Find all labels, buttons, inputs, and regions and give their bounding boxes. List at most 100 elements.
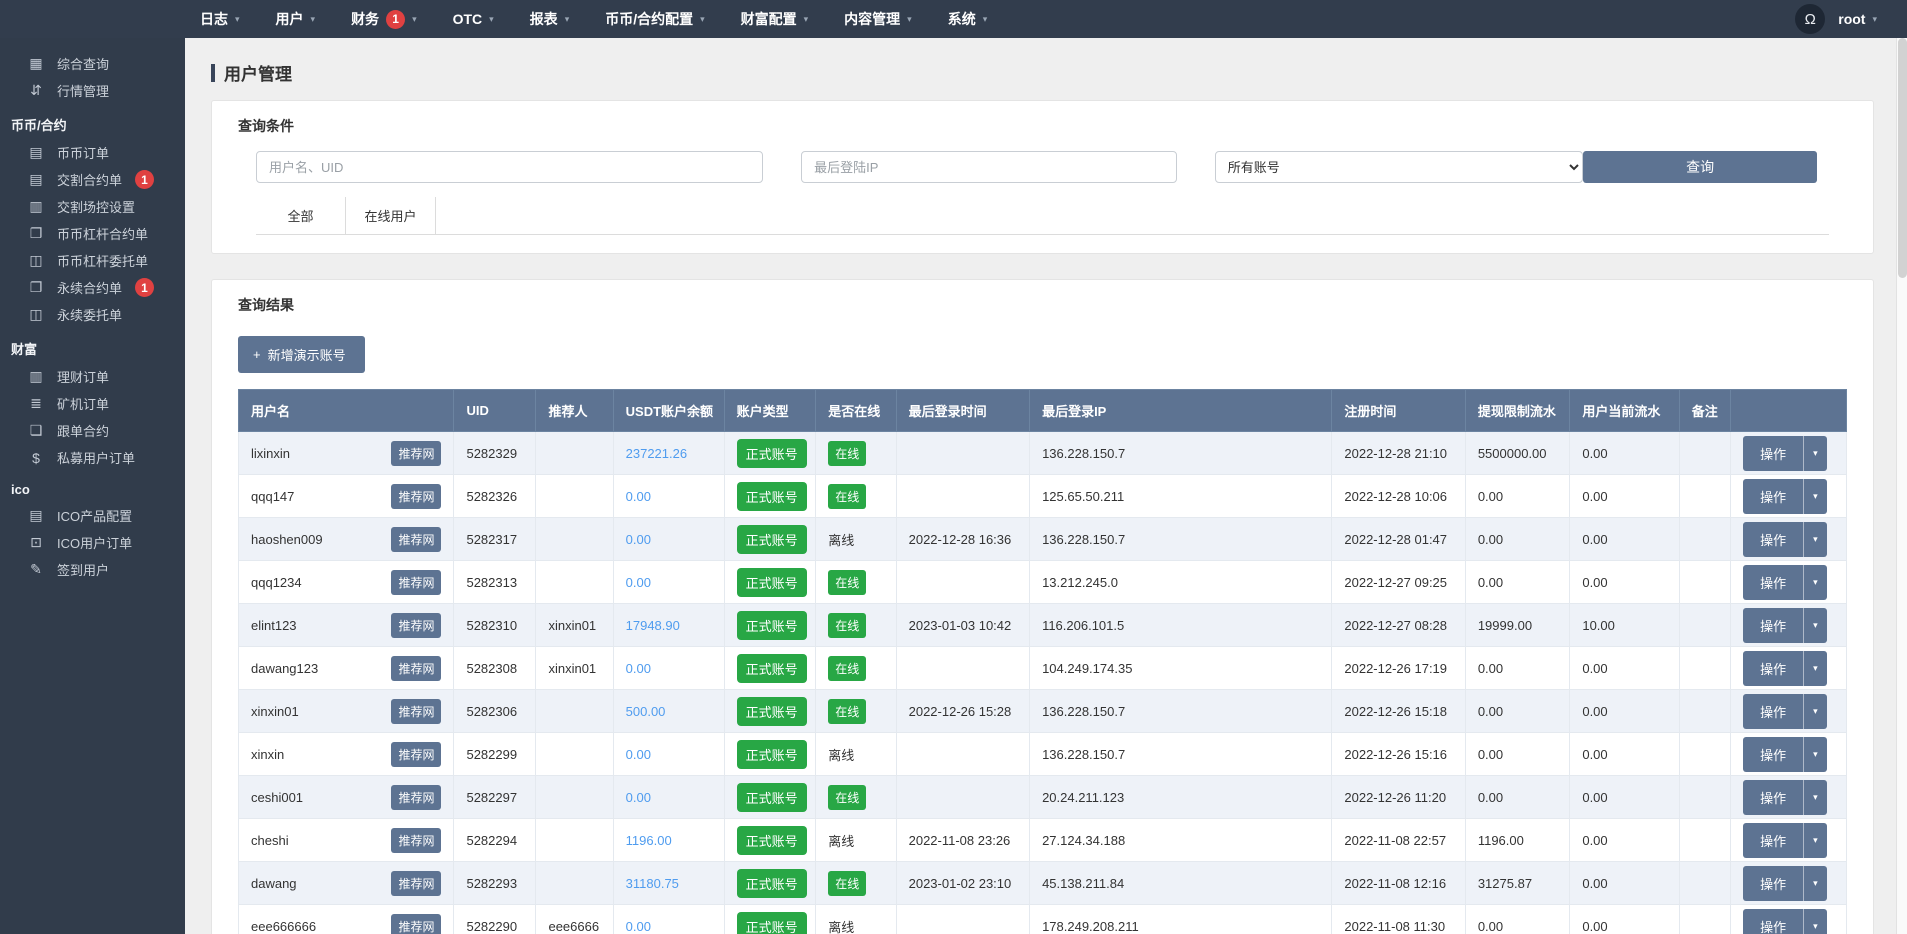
sidebar-item-delivery-contract-orders[interactable]: ▤交割合约单1	[0, 166, 185, 193]
user-menu[interactable]: root ▾	[1838, 11, 1877, 27]
referrer-network-badge[interactable]: 推荐网	[391, 871, 441, 896]
balance-link[interactable]: 31180.75	[626, 876, 679, 891]
tab-online-users[interactable]: 在线用户	[346, 197, 436, 234]
last-login-ip-input[interactable]	[801, 151, 1177, 183]
sidebar-item-follow-contract[interactable]: ❏跟单合约	[0, 417, 185, 444]
sidebar-item-market-management[interactable]: ⇵行情管理	[0, 77, 185, 104]
plus-icon: +	[253, 347, 261, 362]
online-badge: 在线	[828, 570, 866, 595]
nav-item-otc[interactable]: OTC▾	[453, 11, 494, 27]
chevron-down-icon: ▾	[983, 14, 988, 25]
remark-cell	[1679, 733, 1730, 776]
offline-text: 离线	[828, 748, 854, 763]
nav-item-system[interactable]: 系统▾	[948, 9, 988, 29]
sidebar-item-delivery-risk-settings[interactable]: ▥交割场控设置	[0, 193, 185, 220]
avatar[interactable]: Ω	[1795, 4, 1825, 34]
action-dropdown-toggle[interactable]: ▾	[1804, 436, 1827, 471]
last-login-ip-cell: 178.249.208.211	[1030, 905, 1332, 934]
account-type-cell: 正式账号	[724, 690, 816, 733]
nav-item-wealth-config[interactable]: 财富配置▾	[741, 9, 809, 29]
nav-item-reports[interactable]: 报表▾	[530, 9, 570, 29]
balance-link[interactable]: 0.00	[626, 575, 651, 590]
sidebar-item-label: 综合查询	[57, 54, 109, 73]
action-dropdown-toggle[interactable]: ▾	[1804, 651, 1827, 686]
balance-link[interactable]: 0.00	[626, 919, 651, 934]
referrer-network-badge[interactable]: 推荐网	[391, 613, 441, 638]
online-badge: 在线	[828, 785, 866, 810]
action-dropdown-toggle[interactable]: ▾	[1804, 780, 1827, 815]
referrer-network-badge[interactable]: 推荐网	[391, 699, 441, 724]
sidebar-item-ico-product-config[interactable]: ▤ICO产品配置	[0, 502, 185, 529]
sidebar-item-coin-orders[interactable]: ▤币币订单	[0, 139, 185, 166]
action-button[interactable]: 操作	[1743, 479, 1804, 514]
actions-cell: 操作▾	[1731, 518, 1847, 561]
referrer-network-badge[interactable]: 推荐网	[391, 527, 441, 552]
sidebar-item-ico-user-orders[interactable]: ⊡ICO用户订单	[0, 529, 185, 556]
tab-all[interactable]: 全部	[256, 197, 346, 234]
action-dropdown-toggle[interactable]: ▾	[1804, 737, 1827, 772]
sidebar: ▦综合查询⇵行情管理币币/合约▤币币订单▤交割合约单1▥交割场控设置❐币币杠杆合…	[0, 0, 185, 934]
action-button[interactable]: 操作	[1743, 866, 1804, 901]
nav-item-logs[interactable]: 日志▾	[200, 9, 240, 29]
account-type-select[interactable]: 所有账号	[1215, 151, 1584, 183]
referrer-cell	[536, 432, 613, 475]
sidebar-item-perpetual-contract-orders[interactable]: ❐永续合约单1	[0, 274, 185, 301]
sidebar-item-overview-query[interactable]: ▦综合查询	[0, 50, 185, 77]
sidebar-item-leverage-contract-orders[interactable]: ❐币币杠杆合约单	[0, 220, 185, 247]
nav-item-content-management[interactable]: 内容管理▾	[844, 9, 912, 29]
balance-link[interactable]: 237221.26	[626, 446, 687, 461]
nav-item-coin-contract-config[interactable]: 币币/合约配置▾	[605, 9, 704, 29]
sidebar-item-leverage-entrust-orders[interactable]: ◫币币杠杆委托单	[0, 247, 185, 274]
balance-link[interactable]: 0.00	[626, 747, 651, 762]
referrer-network-badge[interactable]: 推荐网	[391, 441, 441, 466]
action-button[interactable]: 操作	[1743, 522, 1804, 557]
action-dropdown-toggle[interactable]: ▾	[1804, 522, 1827, 557]
referrer-network-badge[interactable]: 推荐网	[391, 484, 441, 509]
action-button[interactable]: 操作	[1743, 565, 1804, 600]
action-dropdown-toggle[interactable]: ▾	[1804, 694, 1827, 729]
search-panel-heading: 查询条件	[238, 116, 1847, 136]
action-dropdown-toggle[interactable]: ▾	[1804, 866, 1827, 901]
action-button[interactable]: 操作	[1743, 737, 1804, 772]
action-button[interactable]: 操作	[1743, 651, 1804, 686]
action-button[interactable]: 操作	[1743, 436, 1804, 471]
search-button[interactable]: 查询	[1583, 151, 1817, 183]
balance-link[interactable]: 17948.90	[626, 618, 680, 633]
referrer-network-badge[interactable]: 推荐网	[391, 785, 441, 810]
sidebar-section-section-wealth: 财富	[0, 328, 185, 363]
balance-link[interactable]: 1196.00	[626, 833, 672, 848]
sidebar-item-finance-orders[interactable]: ▥理财订单	[0, 363, 185, 390]
referrer-network-badge[interactable]: 推荐网	[391, 914, 441, 934]
referrer-network-badge[interactable]: 推荐网	[391, 742, 441, 767]
balance-link[interactable]: 0.00	[626, 661, 651, 676]
referrer-network-badge[interactable]: 推荐网	[391, 656, 441, 681]
window-scrollbar[interactable]	[1896, 38, 1907, 934]
action-button[interactable]: 操作	[1743, 780, 1804, 815]
sidebar-item-miner-orders[interactable]: ≣矿机订单	[0, 390, 185, 417]
referrer-network-badge[interactable]: 推荐网	[391, 570, 441, 595]
balance-link[interactable]: 0.00	[626, 790, 651, 805]
scrollbar-thumb[interactable]	[1898, 38, 1907, 278]
balance-link[interactable]: 0.00	[626, 489, 651, 504]
username-uid-input[interactable]	[256, 151, 763, 183]
action-button[interactable]: 操作	[1743, 823, 1804, 858]
balance-cell: 31180.75	[613, 862, 724, 905]
current-flow-cell: 0.00	[1570, 432, 1679, 475]
action-dropdown-toggle[interactable]: ▾	[1804, 479, 1827, 514]
sidebar-item-private-fund-orders[interactable]: $私募用户订单	[0, 444, 185, 471]
sidebar-item-signin-users[interactable]: ✎签到用户	[0, 556, 185, 583]
action-dropdown-toggle[interactable]: ▾	[1804, 909, 1827, 934]
add-demo-account-button[interactable]: + 新增演示账号	[238, 336, 365, 373]
action-button[interactable]: 操作	[1743, 694, 1804, 729]
action-dropdown-toggle[interactable]: ▾	[1804, 823, 1827, 858]
action-button[interactable]: 操作	[1743, 909, 1804, 934]
balance-link[interactable]: 500.00	[626, 704, 666, 719]
nav-item-users[interactable]: 用户▾	[276, 9, 316, 29]
sidebar-item-perpetual-entrust-orders[interactable]: ◫永续委托单	[0, 301, 185, 328]
nav-item-finance[interactable]: 财务1▾	[351, 9, 417, 29]
balance-link[interactable]: 0.00	[626, 532, 651, 547]
action-button[interactable]: 操作	[1743, 608, 1804, 643]
referrer-network-badge[interactable]: 推荐网	[391, 828, 441, 853]
action-dropdown-toggle[interactable]: ▾	[1804, 608, 1827, 643]
action-dropdown-toggle[interactable]: ▾	[1804, 565, 1827, 600]
